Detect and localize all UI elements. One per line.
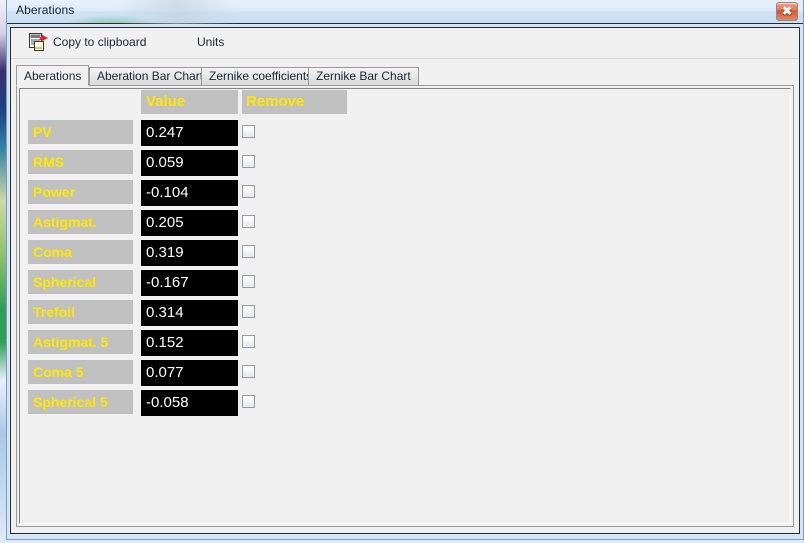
tab-aberation-bar-chart[interactable]: Aberation Bar Chart [89,67,212,85]
row-value-astigmat[interactable]: 0.205 [141,210,238,236]
table-row: RMS 0.059 [28,150,358,180]
row-label-trefoil: Trefoil [28,300,133,324]
close-icon: ✖ [781,4,793,18]
aberations-table: Value Remove PV 0.247 RMS 0.059 Power -0… [28,90,358,420]
row-value-trefoil[interactable]: 0.314 [141,300,238,326]
tab-zernike-bar-chart[interactable]: Zernike Bar Chart [308,67,419,85]
tab-strip: Aberations Aberation Bar Chart Zernike c… [16,65,794,86]
tab-zernike-coefficients[interactable]: Zernike coefficients [201,67,321,85]
tab-page-aberations: Value Remove PV 0.247 RMS 0.059 Power -0… [16,85,794,527]
row-remove-checkbox-trefoil[interactable] [242,305,258,321]
header-cell-name [28,90,133,114]
row-remove-checkbox-astigmat-5[interactable] [242,335,258,351]
table-row: Spherical 5 -0.058 [28,390,358,420]
row-label-spherical: Spherical [28,270,133,294]
row-value-spherical[interactable]: -0.167 [141,270,238,296]
aberations-window: Aberations ✖ Copy to clipboard Units Abe… [6,0,804,540]
desktop-background: Aberations ✖ Copy to clipboard Units Abe… [0,0,804,543]
row-value-power[interactable]: -0.104 [141,180,238,206]
checkbox-icon[interactable] [242,335,255,348]
row-value-coma[interactable]: 0.319 [141,240,238,266]
table-header-row: Value Remove [28,90,358,120]
row-value-astigmat-5[interactable]: 0.152 [141,330,238,356]
tab-page-inner: Value Remove PV 0.247 RMS 0.059 Power -0… [19,88,791,524]
row-remove-checkbox-power[interactable] [242,185,258,201]
row-remove-checkbox-rms[interactable] [242,155,258,171]
row-label-astigmat-5: Astigmat. 5 [28,330,133,354]
table-row: Coma 5 0.077 [28,360,358,390]
checkbox-icon[interactable] [242,185,255,198]
table-row: Power -0.104 [28,180,358,210]
header-cell-remove: Remove [242,90,347,114]
window-titlebar: Aberations ✖ [7,0,803,24]
checkbox-icon[interactable] [242,215,255,228]
row-value-spherical-5[interactable]: -0.058 [141,390,238,416]
row-label-rms: RMS [28,150,133,174]
row-label-astigmat: Astigmat. [28,210,133,234]
row-value-coma-5[interactable]: 0.077 [141,360,238,386]
row-label-pv: PV [28,120,133,144]
copy-to-clipboard-label: Copy to clipboard [53,35,147,49]
row-remove-checkbox-coma[interactable] [242,245,258,261]
window-title: Aberations [16,3,75,17]
checkbox-icon[interactable] [242,365,255,378]
window-client-area: Copy to clipboard Units Aberations Abera… [10,27,800,534]
checkbox-icon[interactable] [242,275,255,288]
checkbox-icon[interactable] [242,155,255,168]
table-row: Coma 0.319 [28,240,358,270]
close-button[interactable]: ✖ [776,2,798,21]
table-row: PV 0.247 [28,120,358,150]
row-remove-checkbox-spherical[interactable] [242,275,258,291]
checkbox-icon[interactable] [242,395,255,408]
row-remove-checkbox-coma-5[interactable] [242,365,258,381]
header-cell-value: Value [141,90,238,114]
table-row: Astigmat. 0.205 [28,210,358,240]
row-remove-checkbox-spherical-5[interactable] [242,395,258,411]
copy-to-clipboard-icon [29,33,49,51]
row-value-pv[interactable]: 0.247 [141,120,238,146]
checkbox-icon[interactable] [242,245,255,258]
checkbox-icon[interactable] [242,125,255,138]
row-label-coma: Coma [28,240,133,264]
table-row: Spherical -0.167 [28,270,358,300]
table-row: Trefoil 0.314 [28,300,358,330]
table-row: Astigmat. 5 0.152 [28,330,358,360]
units-button[interactable]: Units [197,35,224,49]
tab-aberations[interactable]: Aberations [16,65,90,86]
toolbar: Copy to clipboard Units [11,28,799,59]
row-value-rms[interactable]: 0.059 [141,150,238,176]
row-label-coma-5: Coma 5 [28,360,133,384]
row-remove-checkbox-astigmat[interactable] [242,215,258,231]
row-label-spherical-5: Spherical 5 [28,390,133,414]
row-remove-checkbox-pv[interactable] [242,125,258,141]
row-label-power: Power [28,180,133,204]
checkbox-icon[interactable] [242,305,255,318]
